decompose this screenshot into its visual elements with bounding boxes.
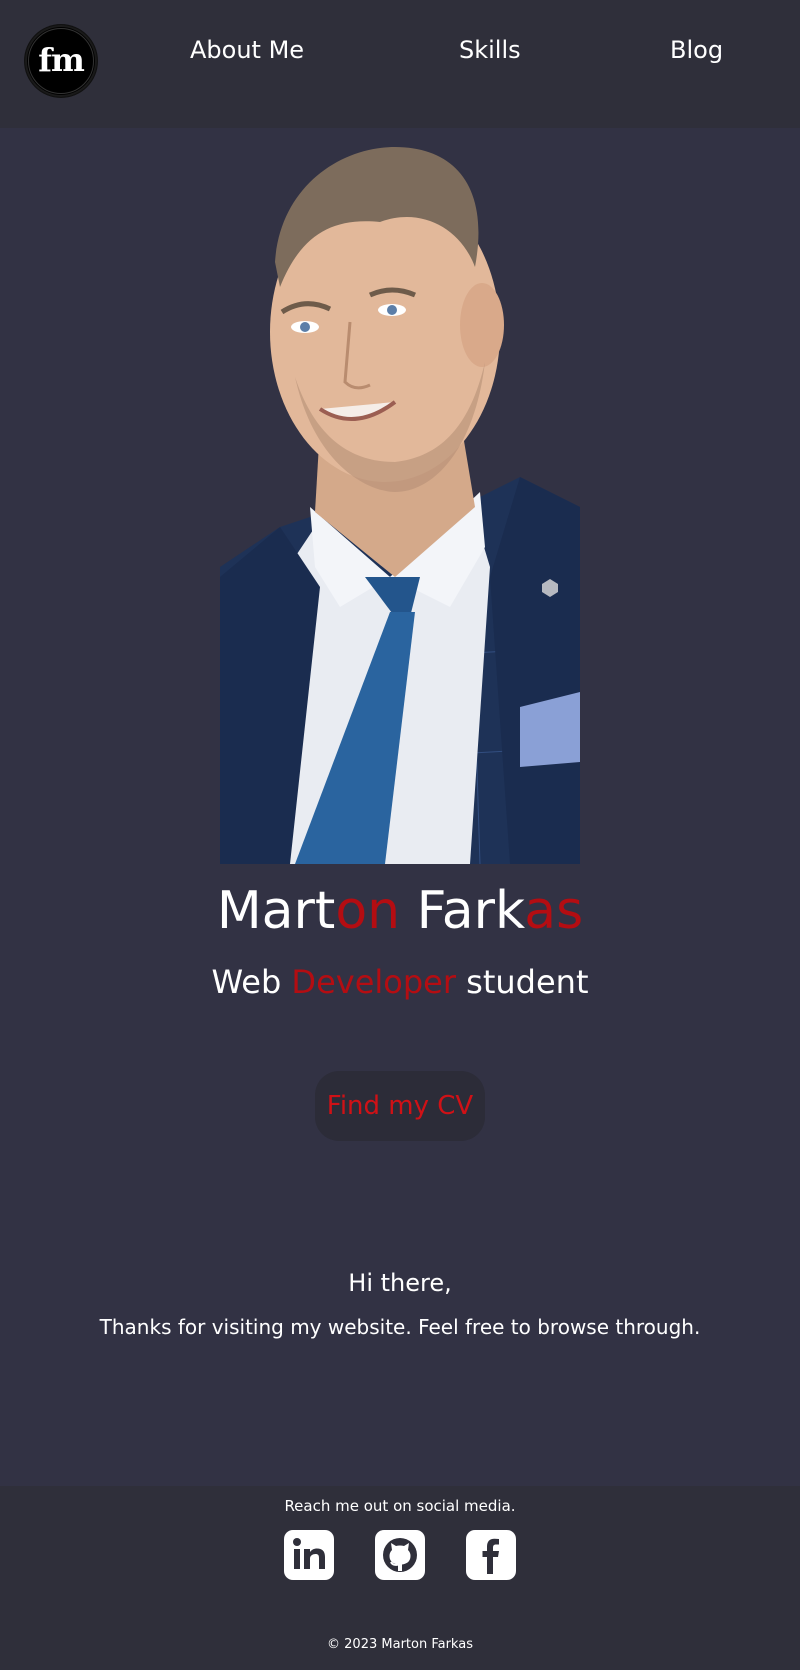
- site-logo[interactable]: fm: [25, 25, 97, 97]
- greeting-title: Hi there,: [348, 1269, 452, 1297]
- facebook-icon[interactable]: [466, 1530, 516, 1580]
- greeting-message: Thanks for visiting my website. Feel fre…: [99, 1315, 701, 1339]
- nav-skills[interactable]: Skills: [459, 36, 521, 64]
- copyright-text: © 2023 Marton Farkas: [327, 1637, 473, 1652]
- logo-text: fm: [38, 41, 85, 79]
- nav-about-me[interactable]: About Me: [190, 36, 304, 64]
- subtitle-part-1: Web: [211, 963, 292, 1001]
- find-cv-button[interactable]: Find my CV: [315, 1071, 485, 1141]
- linkedin-icon[interactable]: [284, 1530, 334, 1580]
- hero-subtitle: Web Developer student: [0, 962, 800, 1002]
- subtitle-part-3: student: [456, 963, 589, 1001]
- name-part-1: Mart: [216, 881, 336, 941]
- site-footer: Reach me out on social media. © 2023 Mar…: [0, 1486, 800, 1670]
- nav-blog[interactable]: Blog: [670, 36, 723, 64]
- hero-name: Marton Farkas: [0, 880, 800, 942]
- github-icon[interactable]: [375, 1530, 425, 1580]
- name-part-2: on: [335, 881, 401, 941]
- profile-photo: [220, 147, 580, 864]
- site-header: fm About Me Skills Blog: [0, 0, 800, 128]
- subtitle-part-2: Developer: [291, 963, 456, 1001]
- name-part-3: Fark: [400, 881, 525, 941]
- name-part-4: as: [524, 881, 584, 941]
- social-text: Reach me out on social media.: [284, 1497, 516, 1515]
